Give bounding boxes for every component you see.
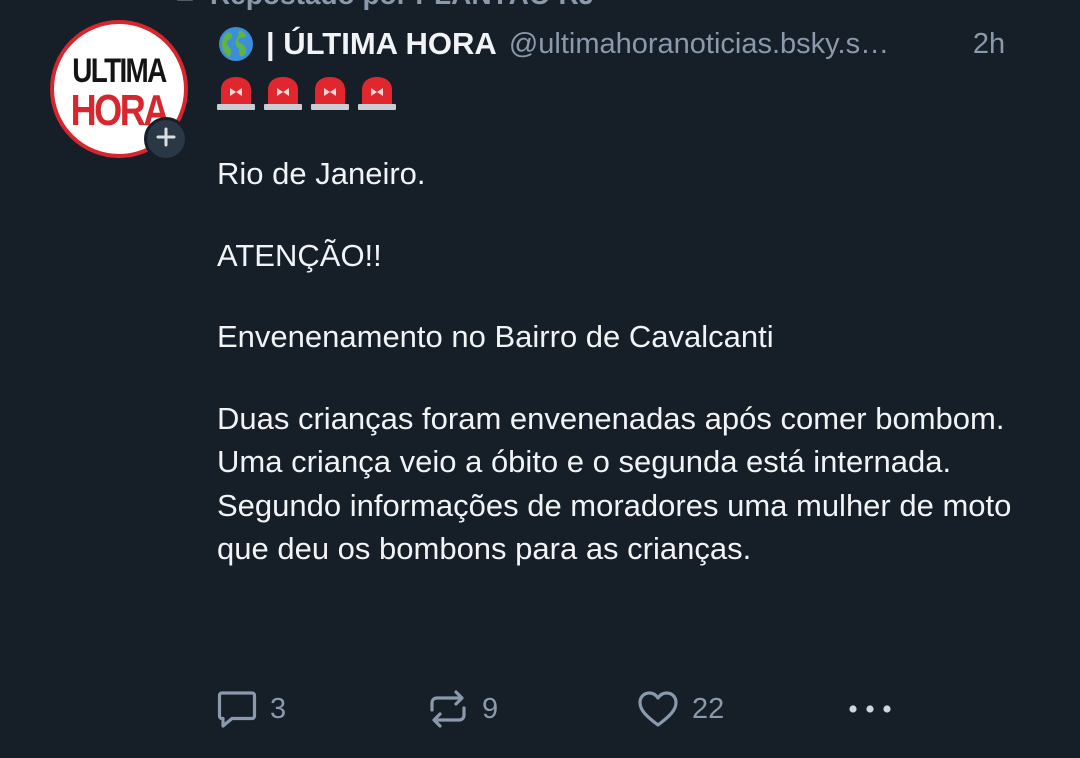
like-count: 22 — [692, 692, 725, 725]
repost-label: Repostado por PLANTÃO RJ — [210, 0, 594, 11]
repost-button[interactable]: 9 — [426, 686, 498, 732]
repost-icon — [426, 688, 470, 730]
repost-icon — [170, 0, 200, 8]
author-avatar[interactable]: ULTIMA HORA — [50, 20, 188, 161]
post-line-death: Uma criança veio a óbito e o segunda est… — [217, 444, 952, 479]
post-line-witnesses: Segundo informações de moradores uma mul… — [217, 487, 1012, 567]
post-line-children: Duas crianças foram envenenadas após com… — [217, 400, 1005, 436]
author-display-name[interactable]: | ÚLTIMA HORA — [266, 26, 497, 62]
globe-americas-icon — [218, 26, 254, 62]
post-actions: 3 9 22 — [216, 686, 1056, 732]
siren-emoji-row — [216, 76, 397, 110]
post-screen: Repostado por PLANTÃO RJ ULTIMA HORA | Ú… — [0, 0, 1080, 758]
siren-icon — [263, 76, 303, 110]
post-line-headline: Envenenamento no Bairro de Cavalcanti — [217, 319, 774, 354]
reply-bubble-icon — [216, 688, 258, 730]
siren-icon — [216, 76, 256, 110]
post-line-location: Rio de Janeiro. — [217, 156, 426, 191]
siren-icon — [310, 76, 350, 110]
post-timestamp[interactable]: 2h — [973, 28, 1005, 61]
avatar-text-ultima: ULTIMA — [72, 52, 167, 90]
siren-icon — [357, 76, 397, 110]
post-line-attention: ATENÇÃO!! — [217, 237, 382, 273]
repost-header[interactable]: Repostado por PLANTÃO RJ — [170, 0, 594, 12]
more-options-button[interactable] — [844, 686, 896, 732]
follow-button[interactable] — [144, 117, 188, 161]
more-dots-icon — [844, 699, 896, 719]
heart-icon — [636, 688, 680, 730]
reply-button[interactable]: 3 — [216, 686, 286, 732]
post-header: | ÚLTIMA HORA @ultimahoranoticias.bsky.s… — [218, 22, 1048, 66]
repost-count: 9 — [482, 692, 499, 725]
plus-icon — [155, 126, 177, 153]
post-text[interactable]: Rio de Janeiro. ATENÇÃO!! Envenenamento … — [217, 152, 1037, 571]
reply-count: 3 — [270, 692, 287, 725]
author-handle[interactable]: @ultimahoranoticias.bsky.s… — [509, 28, 949, 61]
like-button[interactable]: 22 — [636, 686, 724, 732]
